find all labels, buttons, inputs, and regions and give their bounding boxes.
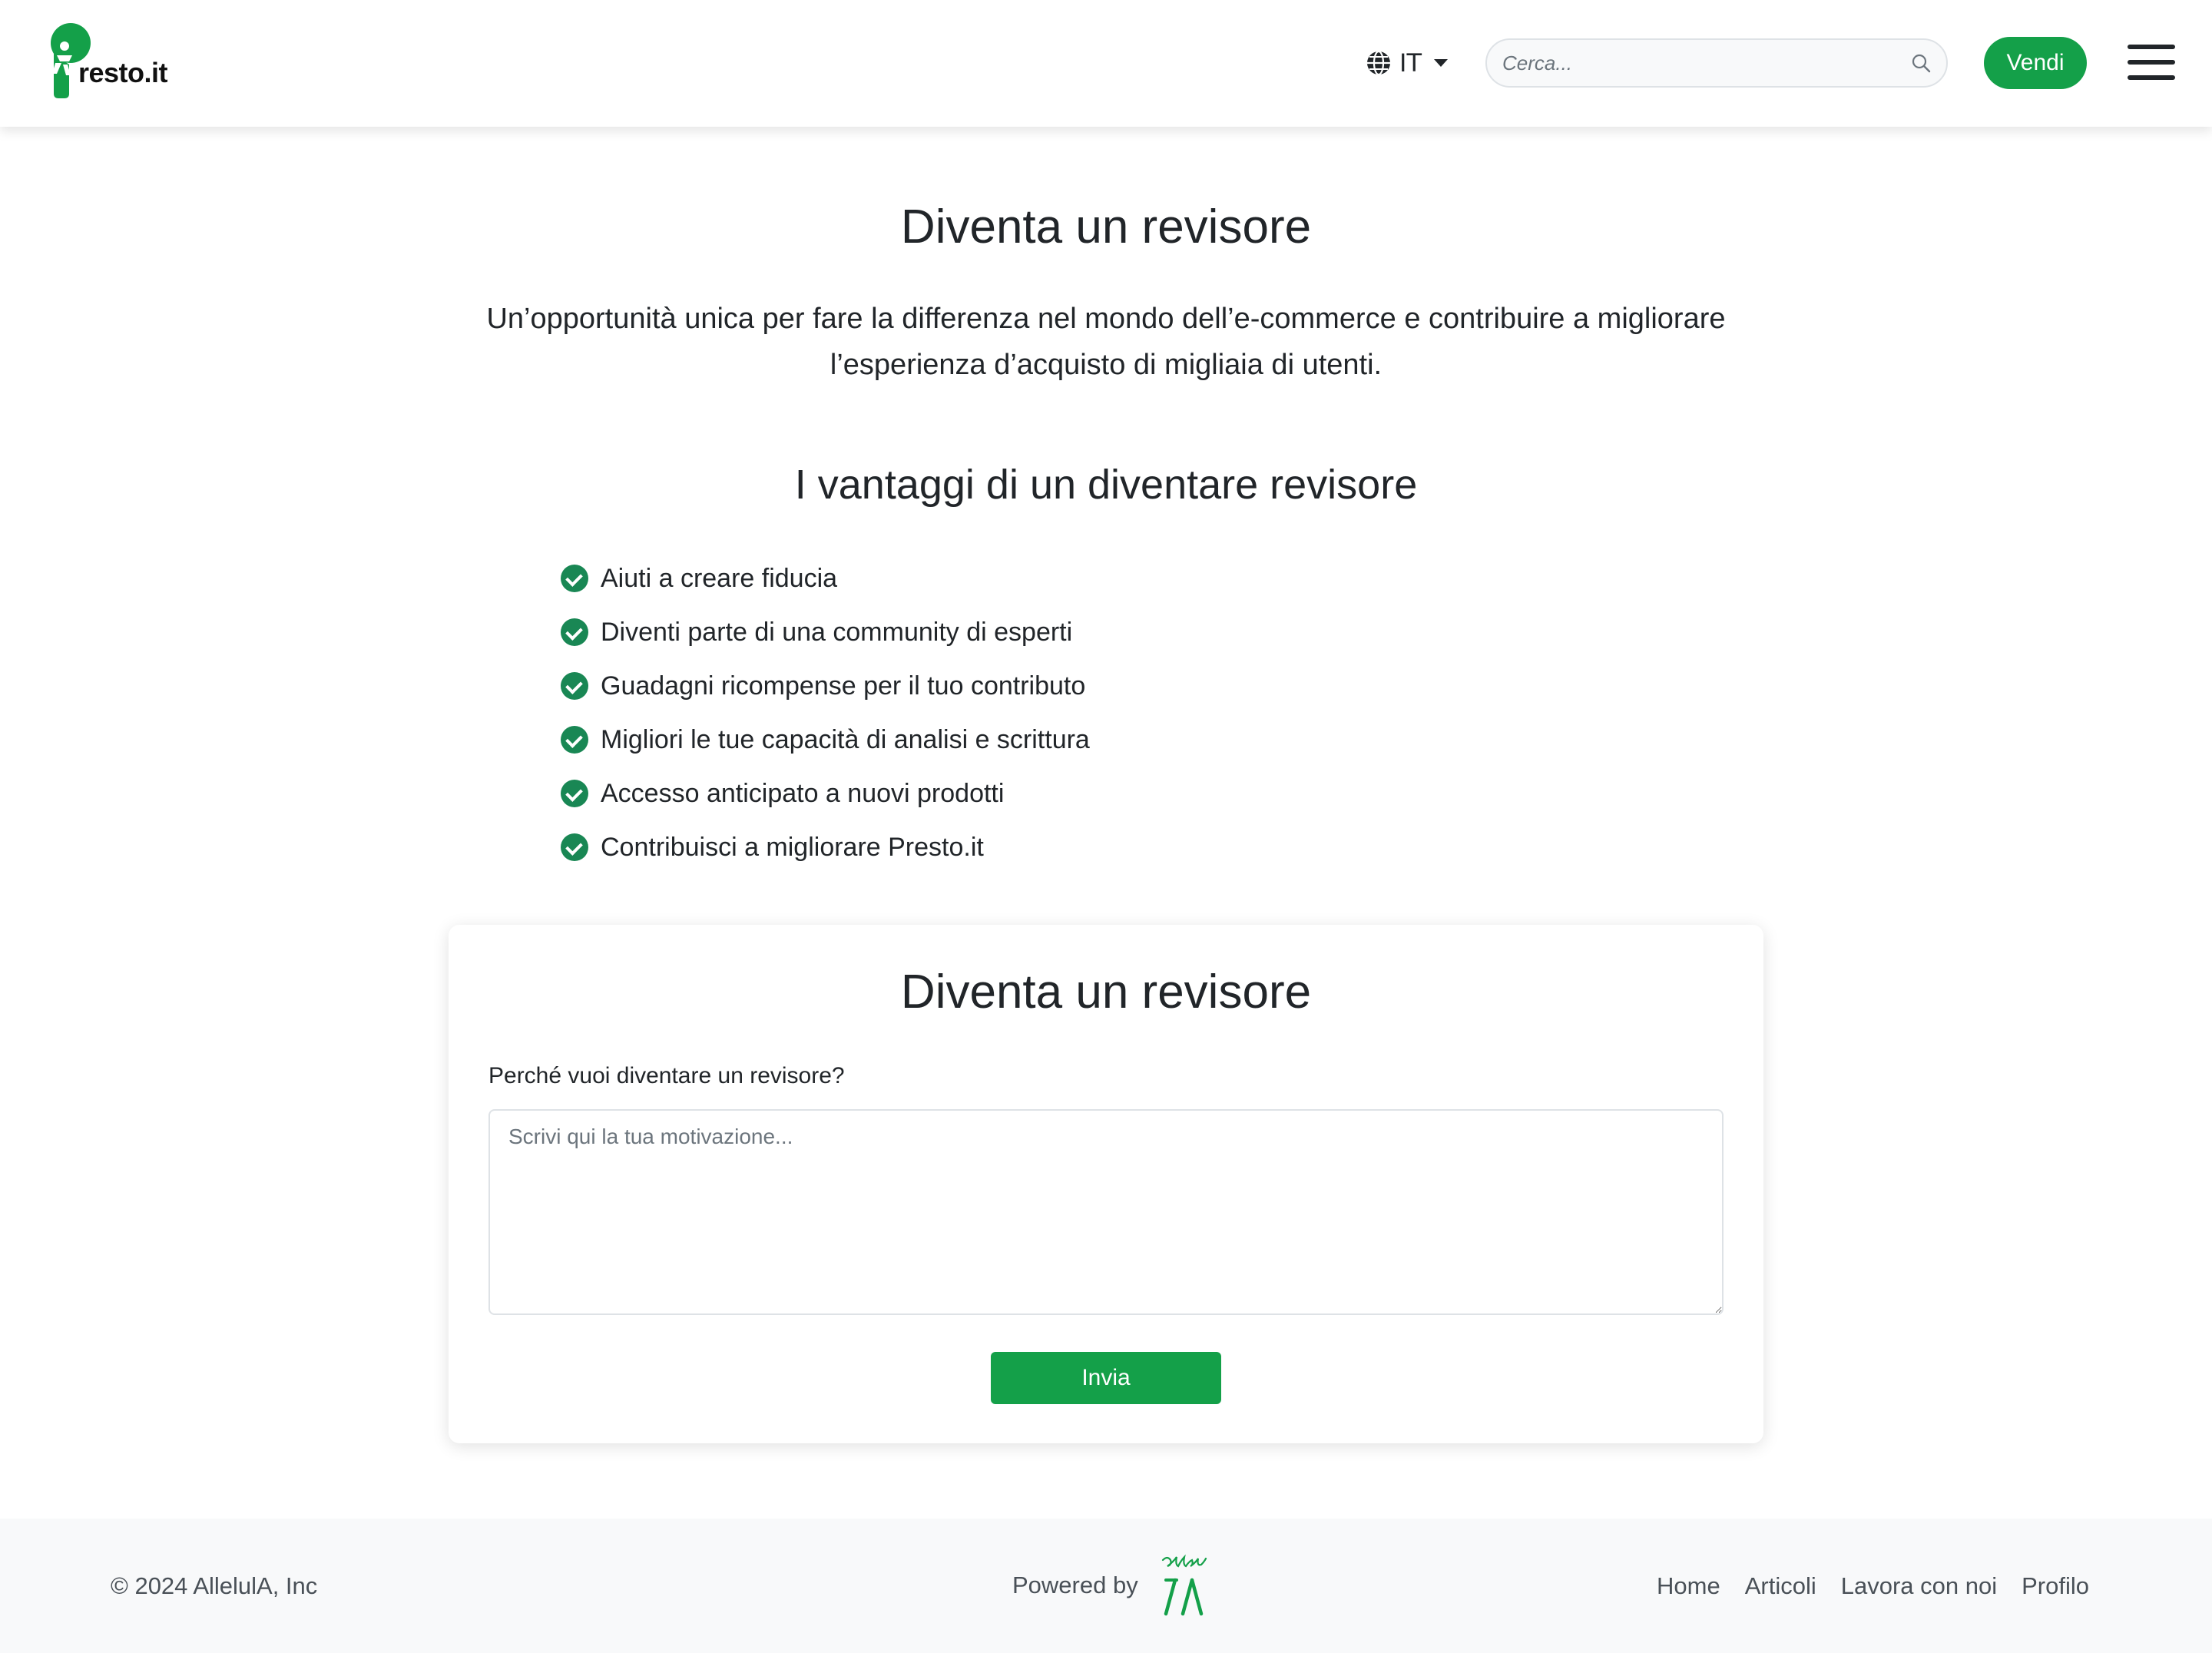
footer-link-profilo[interactable]: Profilo (2022, 1572, 2089, 1600)
presto-logo[interactable]: resto.it (48, 23, 178, 100)
check-circle-icon (561, 726, 588, 754)
check-circle-icon (561, 780, 588, 807)
logo-text: resto.it (78, 57, 168, 88)
submit-button[interactable]: Invia (991, 1352, 1221, 1404)
benefits-title: I vantaggi di un diventare revisore (794, 462, 1418, 508)
motivation-textarea[interactable] (488, 1109, 1724, 1315)
sell-button[interactable]: Vendi (1984, 37, 2087, 89)
copyright-text: © 2024 AllelulA, Inc (111, 1572, 318, 1599)
powered-by-text: Powered by (1012, 1572, 1138, 1598)
check-circle-icon (561, 672, 588, 700)
benefit-text: Migliori le tue capacità di analisi e sc… (601, 724, 1090, 754)
search-icon[interactable] (1911, 53, 1931, 73)
motivation-label: Perché vuoi diventare un revisore? (488, 1063, 845, 1088)
navbar: resto.it IT Vendi (0, 0, 2212, 127)
allelua-logo[interactable] (1158, 1554, 1209, 1617)
benefit-item: Guadagni ricompense per il tuo contribut… (561, 659, 1090, 713)
benefit-item: Migliori le tue capacità di analisi e sc… (561, 713, 1090, 767)
benefit-text: Contribuisci a migliorare Presto.it (601, 832, 984, 862)
footer: © 2024 AllelulA, Inc Powered by Home Art… (0, 1519, 2212, 1653)
check-circle-icon (561, 565, 588, 592)
benefit-text: Accesso anticipato a nuovi prodotti (601, 778, 1005, 808)
check-circle-icon (561, 833, 588, 861)
globe-icon (1367, 50, 1390, 76)
benefit-item: Diventi parte di una community di espert… (561, 605, 1090, 659)
footer-link-articoli[interactable]: Articoli (1745, 1572, 1816, 1600)
language-dropdown[interactable]: IT (1366, 46, 1448, 80)
hamburger-icon[interactable] (2128, 45, 2175, 80)
powered-by: Powered by (1012, 1551, 1209, 1620)
check-circle-icon (561, 618, 588, 646)
search-bar (1485, 38, 1948, 88)
footer-nav: Home Articoli Lavora con noi Profilo (1657, 1572, 2089, 1600)
language-label: IT (1399, 48, 1422, 78)
page-title: Diventa un revisore (900, 200, 1312, 253)
benefit-item: Contribuisci a migliorare Presto.it (561, 820, 1090, 874)
benefits-list: Aiuti a creare fiducia Diventi parte di … (561, 552, 1090, 874)
benefit-text: Aiuti a creare fiducia (601, 563, 838, 593)
chevron-down-icon (1433, 59, 1448, 67)
application-card: Diventa un revisore Perché vuoi diventar… (449, 925, 1763, 1443)
intro-text: Un’opportunità unica per fare la differe… (486, 303, 1726, 381)
footer-link-home[interactable]: Home (1657, 1572, 1720, 1600)
footer-link-lavora-con-noi[interactable]: Lavora con noi (1841, 1572, 1997, 1600)
benefit-text: Diventi parte di una community di espert… (601, 617, 1073, 647)
benefit-item: Accesso anticipato a nuovi prodotti (561, 767, 1090, 820)
benefit-item: Aiuti a creare fiducia (561, 552, 1090, 605)
benefit-text: Guadagni ricompense per il tuo contribut… (601, 671, 1086, 701)
search-input[interactable] (1502, 51, 1911, 75)
form-title: Diventa un revisore (900, 966, 1312, 1019)
